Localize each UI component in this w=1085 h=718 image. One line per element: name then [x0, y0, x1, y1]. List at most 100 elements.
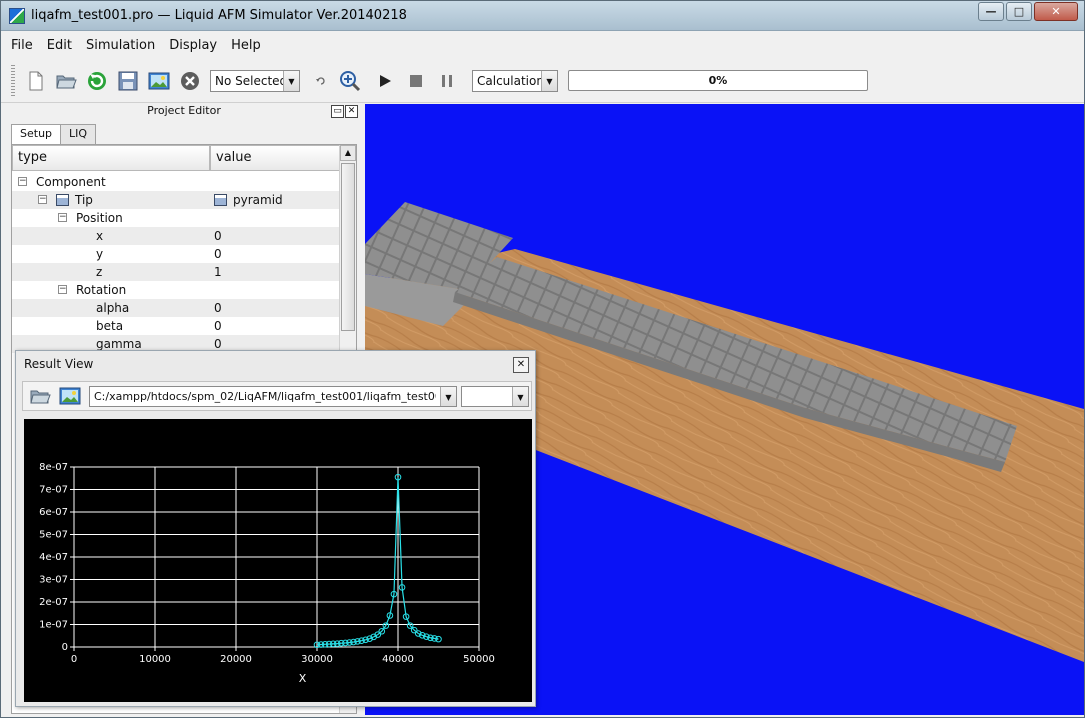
tree-row-value: 0 — [214, 319, 222, 333]
y-tick-label: 3e-07 — [39, 575, 68, 586]
y-tick-label: 2e-07 — [39, 597, 68, 608]
collapse-icon[interactable]: − — [58, 213, 67, 222]
tree-row-label: y — [96, 247, 103, 261]
tree-row-label-text: alpha — [96, 301, 130, 315]
tree-row-label: Component — [36, 175, 106, 189]
tree-row-label: Rotation — [76, 283, 126, 297]
result-plot[interactable]: 0 10000 20000 30000 40000 50000 0 1e-07 2e-07 3e-… — [24, 419, 532, 702]
y-tick-label: 8e-07 — [39, 462, 68, 473]
tree-row[interactable]: beta 0 — [12, 317, 340, 335]
tree-row-label-text: z — [96, 265, 103, 279]
new-file-icon[interactable] — [25, 70, 47, 92]
tree-row-value-text: pyramid — [233, 193, 283, 207]
tree-row-label: beta — [96, 319, 123, 333]
chevron-down-icon: ▼ — [283, 71, 299, 91]
stop-circle-icon[interactable] — [179, 70, 201, 92]
selection-dropdown[interactable]: No Selected ▼ — [210, 70, 300, 92]
close-dock-button[interactable]: ✕ — [345, 105, 358, 118]
float-dock-button[interactable]: ▭ — [331, 105, 344, 118]
menu-file[interactable]: File — [11, 38, 33, 53]
play-icon[interactable] — [374, 70, 396, 92]
mode-dropdown[interactable]: Calculation ▼ — [472, 70, 558, 92]
progress-bar: 0% — [568, 70, 868, 91]
toolbar: No Selected ▼ Calculation ▼ 0% — [1, 59, 1084, 103]
view-dropdown-arrow: ▼ — [512, 387, 528, 406]
undo-icon[interactable] — [310, 70, 332, 92]
y-tick-label: 5e-07 — [39, 530, 68, 541]
menu-simulation[interactable]: Simulation — [86, 38, 155, 53]
x-tick-label: 30000 — [301, 654, 333, 665]
stop-icon[interactable] — [405, 70, 427, 92]
maximize-button[interactable]: □ — [1006, 2, 1032, 21]
mode-dropdown-value: Calculation — [477, 74, 544, 88]
dock-controls: ▭ ✕ — [330, 105, 358, 118]
tree-row-value: 0 — [214, 247, 222, 261]
selection-dropdown-value: No Selected — [215, 74, 288, 88]
save-icon[interactable] — [117, 70, 139, 92]
menu-edit[interactable]: Edit — [47, 38, 72, 53]
x-tick-label: 50000 — [463, 654, 495, 665]
tree-row[interactable]: − Rotation — [12, 281, 340, 299]
column-header-type[interactable]: type — [12, 145, 210, 171]
tree-row-label-text: Tip — [75, 193, 93, 207]
tree-row-value-text: 0 — [214, 301, 222, 315]
result-view-dropdown[interactable]: ▼ — [461, 386, 529, 407]
reload-icon[interactable] — [86, 70, 108, 92]
close-window-button[interactable]: ✕ — [1034, 2, 1078, 21]
result-close-button[interactable]: ✕ — [513, 357, 529, 373]
image-icon[interactable] — [59, 385, 81, 407]
tree-row-label-text: gamma — [96, 337, 142, 351]
x-tick-label: 40000 — [382, 654, 414, 665]
result-chart: 0 10000 20000 30000 40000 50000 0 1e-07 2e-07 3e-… — [39, 462, 495, 685]
scroll-up-icon[interactable]: ▲ — [340, 145, 356, 161]
minimize-button[interactable]: — — [978, 2, 1004, 21]
window-title: liqafm_test001.pro — Liquid AFM Simulato… — [31, 8, 407, 23]
open-folder-icon[interactable] — [55, 70, 77, 92]
collapse-icon[interactable]: − — [58, 285, 67, 294]
tree-row-label-text: x — [96, 229, 104, 243]
chevron-down-icon: ▼ — [512, 387, 528, 406]
result-file-path-dropdown[interactable]: C:/xampp/htdocs/spm_02/LiqAFM/liqafm_tes… — [89, 386, 457, 407]
scroll-thumb[interactable] — [341, 163, 355, 331]
collapse-icon[interactable]: − — [18, 177, 27, 186]
tree-row[interactable]: alpha 0 — [12, 299, 340, 317]
x-tick-label: 0 — [71, 654, 77, 665]
y-tick-label: 1e-07 — [39, 620, 68, 631]
y-tick-label: 4e-07 — [39, 552, 68, 563]
pause-icon[interactable] — [436, 70, 458, 92]
toolbar-grip[interactable] — [11, 65, 15, 97]
menu-help[interactable]: Help — [231, 38, 261, 53]
image-icon[interactable] — [148, 70, 170, 92]
column-header-value[interactable]: value — [210, 145, 340, 171]
tab-setup[interactable]: Setup — [11, 124, 62, 145]
y-tick-label: 6e-07 — [39, 507, 68, 518]
main-window: liqafm_test001.pro — Liquid AFM Simulato… — [0, 0, 1085, 718]
tree-row[interactable]: z1 — [12, 263, 340, 281]
tab-liq[interactable]: LIQ — [60, 124, 97, 144]
collapse-icon[interactable]: − — [38, 195, 47, 204]
x-tick-label: 10000 — [139, 654, 171, 665]
tree-row-label-text: Component — [36, 175, 106, 189]
x-tick-label: 20000 — [220, 654, 252, 665]
tree-row-value: 0 — [214, 229, 222, 243]
tree-row[interactable]: x0 — [12, 227, 340, 245]
tree-row-value: 0 — [214, 337, 222, 351]
window-controls: — □ ✕ — [976, 2, 1078, 22]
tree-row-value: 0 — [214, 301, 222, 315]
project-editor-title: Project Editor — [147, 104, 221, 117]
tree-row-label: x — [96, 229, 103, 243]
y-tick-label: 0 — [62, 642, 68, 653]
tree-row[interactable]: y0 — [12, 245, 340, 263]
open-folder-icon[interactable] — [29, 385, 51, 407]
tree-row[interactable]: − Component — [12, 173, 340, 191]
tree-row-value-text: 1 — [214, 265, 222, 279]
chevron-down-icon: ▼ — [440, 387, 456, 406]
zoom-in-icon[interactable] — [339, 70, 361, 92]
result-view-title: Result View — [24, 357, 94, 371]
tree-row-label-text: Rotation — [76, 283, 127, 297]
menu-bar: File Edit Simulation Display Help — [1, 33, 1084, 57]
tree-row[interactable]: − Tip pyramid — [12, 191, 340, 209]
title-bar: liqafm_test001.pro — Liquid AFM Simulato… — [1, 1, 1084, 31]
tree-row[interactable]: − Position — [12, 209, 340, 227]
menu-display[interactable]: Display — [169, 38, 217, 53]
